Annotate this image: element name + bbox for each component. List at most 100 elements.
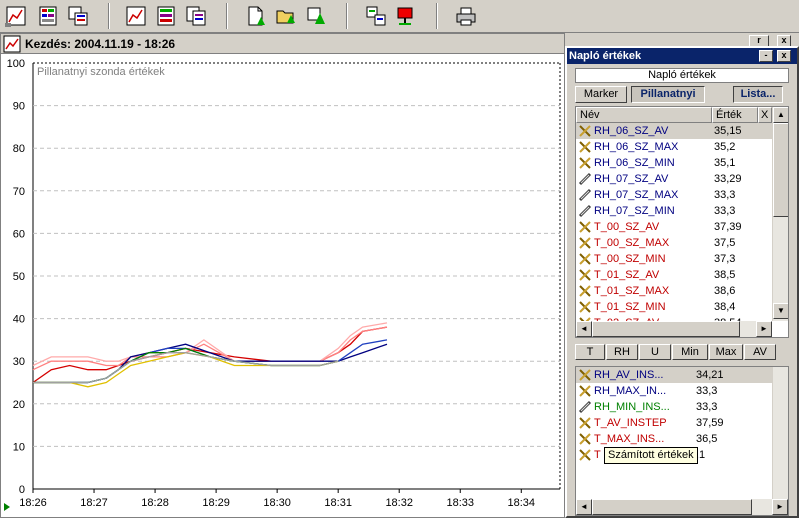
calc-value-row[interactable]: RH_MIN_INS... 33,3 (576, 399, 772, 415)
scroll-thumb[interactable] (773, 123, 788, 217)
log-value-value: 35,2 (714, 141, 736, 153)
value-list: Név Érték X RH_06_SZ_AV 35,15 RH_06_SZ_MAX… (575, 106, 789, 338)
multi-window-icon[interactable] (66, 4, 90, 28)
tooltip: Számított értékek (604, 447, 698, 464)
line-chart[interactable]: 100908070605040302010018:26 18:27 18:28 18:… (1, 55, 564, 517)
list-horizontal-scrollbar[interactable]: ◄ ► (576, 321, 772, 337)
log-value-row[interactable]: RH_07_SZ_MAX 33,3 (576, 187, 772, 203)
log-value-name: RH_06_SZ_MIN (594, 157, 675, 169)
log-value-name: T_00_SZ_MAX (594, 237, 670, 249)
export-icon[interactable] (364, 4, 388, 28)
log-value-value: 37,3 (714, 253, 736, 265)
log-value-row[interactable]: T_01_SZ_MIN 38,4 (576, 299, 772, 315)
y-tick-label: 100 (7, 58, 25, 70)
pin-icon (578, 252, 592, 266)
calc-value-row[interactable]: RH_AV_INS... 34,21 (576, 367, 772, 383)
calc-horizontal-scrollbar[interactable]: ◄ ► (576, 499, 788, 515)
x-tick-label: 18:29 (202, 497, 230, 509)
minimize-panel-button[interactable]: - (759, 50, 773, 62)
chart-icon[interactable] (124, 4, 148, 28)
x-tick-label: 18:32 (385, 497, 413, 509)
log-value-row[interactable]: RH_06_SZ_AV 35,15 (576, 123, 772, 139)
save-tree-icon[interactable] (304, 4, 328, 28)
filter-tab-t[interactable]: T (575, 344, 605, 360)
chart-background (1, 55, 564, 517)
log-value-name: T_01_SZ_MAX (594, 285, 670, 297)
scroll-right-button[interactable]: ► (756, 321, 772, 337)
tab-pillanatnyi[interactable]: Pillanatnyi (631, 86, 705, 103)
x-tick-label: 18:27 (80, 497, 108, 509)
filter-tabs: T RH U Min Max AV (575, 344, 789, 362)
pin-icon (578, 368, 592, 382)
chart-title: Kezdés: 2004.11.19 - 18:26 (25, 36, 176, 51)
log-panel-title: Napló értékek (569, 50, 642, 62)
tab-lista[interactable]: Lista... (733, 86, 783, 103)
log-value-row[interactable]: T_00_SZ_MIN 37,3 (576, 251, 772, 267)
scroll-left-button[interactable]: ◄ (576, 321, 592, 337)
device-icon[interactable] (394, 4, 418, 28)
log-value-row[interactable]: RH_07_SZ_AV 33,29 (576, 171, 772, 187)
filter-tab-min[interactable]: Min (672, 344, 708, 360)
calc-scroll-right-button[interactable]: ► (772, 499, 788, 515)
filter-tab-av[interactable]: AV (744, 344, 776, 360)
calc-hscroll-thumb[interactable] (592, 499, 752, 515)
probe-icon (578, 188, 592, 202)
hscroll-thumb[interactable] (592, 321, 740, 337)
column-close-header[interactable]: X (758, 107, 772, 123)
calc-value-row[interactable]: T_AV_INSTEP 37,59 (576, 415, 772, 431)
report-icon[interactable] (184, 4, 208, 28)
tab-marker[interactable]: Marker (575, 86, 627, 103)
filter-tab-max[interactable]: Max (709, 344, 743, 360)
filter-tab-rh[interactable]: RH (606, 344, 638, 360)
log-value-row[interactable]: T_01_SZ_AV 38,5 (576, 267, 772, 283)
x-tick-label: 18:28 (141, 497, 169, 509)
y-tick-label: 40 (13, 314, 25, 326)
pin-icon (578, 284, 592, 298)
print-icon[interactable] (454, 4, 478, 28)
log-value-row[interactable]: T_00_SZ_AV 37,39 (576, 219, 772, 235)
log-value-name: RH_07_SZ_MAX (594, 189, 679, 201)
column-name-header[interactable]: Név (576, 107, 712, 123)
x-tick-label: 18:31 (324, 497, 352, 509)
log-value-row[interactable]: RH_06_SZ_MIN 35,1 (576, 155, 772, 171)
new-file-icon[interactable] (244, 4, 268, 28)
pin-icon (578, 384, 592, 398)
x-tick-label: 18:26 (19, 497, 47, 509)
column-value-header[interactable]: Érték (712, 107, 758, 123)
calc-value-row[interactable]: T_MAX_INS... 36,5 (576, 431, 772, 447)
log-value-value: 37,5 (714, 237, 736, 249)
calc-value-name: RH_MIN_INS... (594, 401, 670, 413)
calc-value-value: 33,3 (696, 385, 718, 397)
scroll-up-button[interactable]: ▲ (773, 107, 788, 123)
log-value-row[interactable]: RH_07_SZ_MIN 33,3 (576, 203, 772, 219)
log-value-value: 38,5 (714, 269, 736, 281)
probe-icon (578, 400, 592, 414)
list-vertical-scrollbar[interactable]: ▲ ▼ (772, 107, 788, 321)
calc-value-name: RH_MAX_IN... (594, 385, 667, 397)
y-tick-label: 20 (13, 399, 25, 411)
filter-tab-u[interactable]: U (639, 344, 671, 360)
close-panel-button[interactable]: x (777, 50, 791, 62)
pin-icon (578, 220, 592, 234)
scroll-down-button[interactable]: ▼ (773, 303, 788, 319)
calc-value-value: 33,3 (696, 401, 718, 413)
log-value-row[interactable]: RH_06_SZ_MAX 35,2 (576, 139, 772, 155)
log-value-value: 35,15 (714, 125, 742, 137)
calculated-list: RH_AV_INS... 34,21 RH_MAX_IN... 33,3 RH_MIN_… (575, 366, 789, 516)
open-folder-icon[interactable] (274, 4, 298, 28)
log-value-row[interactable]: T_00_SZ_MAX 37,5 (576, 235, 772, 251)
y-tick-label: 80 (13, 143, 25, 155)
y-tick-label: 60 (13, 228, 25, 240)
pin-icon (578, 416, 592, 430)
calc-value-value: 37,59 (696, 417, 724, 429)
log-value-name: T_01_SZ_AV (594, 269, 660, 281)
calc-scroll-left-button[interactable]: ◄ (576, 499, 592, 515)
log-value-value: 33,29 (714, 173, 742, 185)
table-view-icon[interactable] (36, 4, 60, 28)
log-value-row[interactable]: T_01_SZ_MAX 38,6 (576, 283, 772, 299)
calc-vertical-scrollbar[interactable] (772, 367, 788, 499)
calc-value-row[interactable]: RH_MAX_IN... 33,3 (576, 383, 772, 399)
pin-icon (578, 268, 592, 282)
grid-icon[interactable] (154, 4, 178, 28)
new-chart-icon[interactable] (4, 4, 28, 28)
